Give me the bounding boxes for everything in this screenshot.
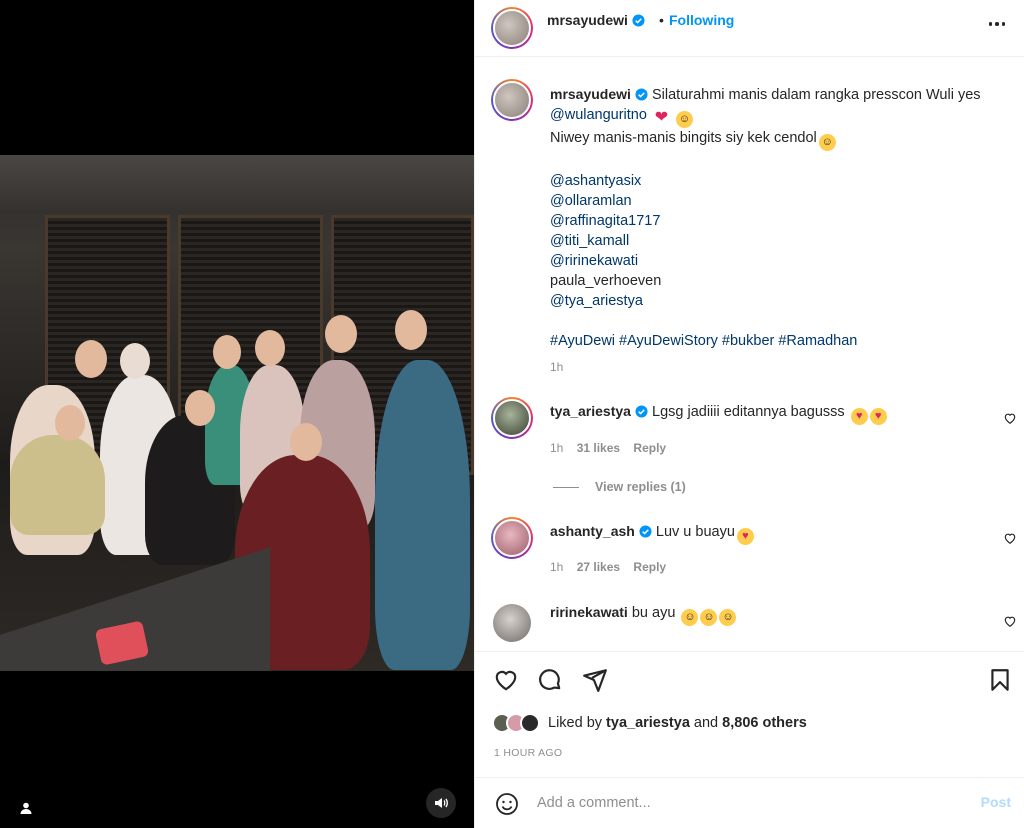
kiss-emoji: ☺ — [681, 609, 699, 626]
comment-avatar[interactable] — [491, 517, 533, 559]
caption-time[interactable]: 1h — [550, 360, 563, 374]
liker-username[interactable]: tya_ariestya — [606, 715, 690, 731]
photo-ceiling — [0, 155, 474, 210]
caption-line2: Niwey manis-manis bingits siy kek cendol — [550, 130, 817, 146]
heart-eyes-emoji: ♥ — [869, 408, 887, 425]
heart-icon[interactable] — [493, 667, 519, 693]
comment-time[interactable]: 1h — [550, 441, 563, 455]
photo-head — [325, 315, 357, 353]
heart-icon[interactable] — [1003, 614, 1017, 628]
photo-head — [185, 390, 215, 426]
face-emoji: ☺ — [676, 111, 694, 128]
comment-username[interactable]: tya_ariestya — [550, 403, 631, 419]
view-replies-label: View replies (1) — [595, 480, 686, 494]
heart-icon[interactable] — [1003, 411, 1017, 425]
reply-button[interactable]: Reply — [633, 441, 666, 455]
grin-emoji: ☺ — [818, 134, 836, 151]
likes-text: Liked by tya_ariestya and 8,806 others — [548, 715, 807, 731]
red-heart-emoji: ❤ — [654, 109, 669, 126]
emoji-icon[interactable] — [495, 792, 519, 816]
comment-time[interactable]: 1h — [550, 560, 563, 574]
photo-person — [375, 360, 470, 670]
likes-others[interactable]: 8,806 others — [722, 715, 807, 731]
heart-eyes-emoji: ♥ — [850, 408, 868, 425]
comment-likes[interactable]: 27 likes — [577, 560, 620, 574]
comment-username[interactable]: ririnekawati — [550, 604, 628, 620]
post-header: mrsayudewi • Following — [475, 0, 1024, 57]
comment-icon[interactable] — [537, 667, 563, 693]
comment-form: Post — [475, 777, 1024, 828]
heart-icon[interactable] — [1003, 531, 1017, 545]
photo-head — [213, 335, 241, 369]
following-button[interactable]: Following — [669, 12, 734, 28]
post-photo[interactable] — [0, 155, 474, 671]
reply-button[interactable]: Reply — [633, 560, 666, 574]
post-media — [0, 0, 474, 828]
mention-link[interactable]: @wulanguritno — [550, 107, 647, 123]
photo-head — [120, 343, 150, 379]
comment-username[interactable]: ashanty_ash — [550, 523, 635, 539]
volume-button[interactable] — [426, 788, 456, 818]
caption-username[interactable]: mrsayudewi — [550, 86, 631, 102]
comment-avatar[interactable] — [491, 397, 533, 439]
mention-link[interactable]: @ririnekawati — [550, 251, 1010, 271]
comment-input[interactable] — [537, 792, 937, 814]
likes-summary: Liked by tya_ariestya and 8,806 others — [492, 711, 807, 735]
likes-prefix: Liked by — [548, 715, 603, 731]
verified-badge-icon — [635, 405, 648, 418]
caption: mrsayudewi Silaturahmi manis dalam rangk… — [550, 84, 1010, 351]
hashtags[interactable]: #AyuDewi #AyuDewiStory #bukber #Ramadhan — [550, 331, 1010, 351]
post-timestamp[interactable]: 1 HOUR AGO — [494, 747, 562, 759]
kiss-emoji: ☺ — [700, 609, 718, 626]
comment-text: Luv u buayu — [655, 524, 735, 540]
post-panel: mrsayudewi • Following mrsayudewi Silatu… — [474, 0, 1024, 828]
caption-text-tag: paula_verhoeven — [550, 273, 662, 289]
comment-item: ashanty_ash Luv u buayu ♥ 1h 27 likes Rep… — [475, 517, 1024, 577]
comment-item: tya_ariestya Lgsg jadiiii editannya bagu… — [475, 397, 1024, 507]
comment-meta: 1h 31 likes Reply — [550, 441, 666, 455]
view-replies-button[interactable]: View replies (1) — [553, 480, 686, 494]
likes-and: and — [693, 715, 719, 731]
mention-link[interactable]: @titi_kamall — [550, 231, 1010, 251]
kiss-emoji: ☺ — [719, 609, 737, 626]
comment-text: Lgsg jadiiii editannya bagusss — [652, 404, 845, 420]
verified-badge-icon — [635, 88, 648, 101]
post-button[interactable]: Post — [981, 794, 1011, 810]
share-icon[interactable] — [582, 667, 608, 693]
header-separator: • — [659, 12, 664, 28]
photo-head — [75, 340, 107, 378]
mention-link[interactable]: @raffinagita1717 — [550, 211, 1010, 231]
verified-badge-icon — [639, 525, 652, 538]
heart-eyes-emoji: ♥ — [736, 528, 754, 545]
comment-text: bu ayu — [631, 605, 676, 621]
photo-person — [10, 435, 105, 535]
caption-avatar[interactable] — [491, 79, 533, 121]
verified-badge-icon — [632, 14, 645, 27]
author-username[interactable]: mrsayudewi — [547, 12, 628, 28]
post-actions — [475, 651, 1024, 705]
caption-line1: Silaturahmi manis dalam rangka presscon … — [652, 87, 981, 103]
photo-head — [255, 330, 285, 366]
more-icon — [988, 22, 1006, 26]
volume-icon — [435, 798, 448, 808]
liker-avatar — [520, 713, 540, 733]
user-tag-icon — [20, 802, 32, 814]
photo-head — [290, 423, 322, 461]
more-options-button[interactable] — [985, 12, 1009, 36]
mention-link[interactable]: @ollaramlan — [550, 191, 1010, 211]
comment-item: ririnekawati bu ayu ☺ ☺ ☺ — [475, 602, 1024, 651]
bookmark-icon[interactable] — [987, 667, 1013, 693]
comment-likes[interactable]: 31 likes — [577, 441, 620, 455]
author-avatar[interactable] — [491, 7, 533, 49]
photo-head — [395, 310, 427, 350]
comment-avatar[interactable] — [493, 604, 531, 642]
user-tag-button[interactable] — [14, 796, 38, 820]
comment-meta: 1h 27 likes Reply — [550, 560, 666, 574]
header-user: mrsayudewi — [547, 12, 645, 28]
mention-link[interactable]: @tya_ariestya — [550, 291, 1010, 311]
photo-head — [55, 405, 85, 441]
mention-link[interactable]: @ashantyasix — [550, 171, 1010, 191]
comments-section: mrsayudewi Silaturahmi manis dalam rangk… — [475, 57, 1024, 651]
